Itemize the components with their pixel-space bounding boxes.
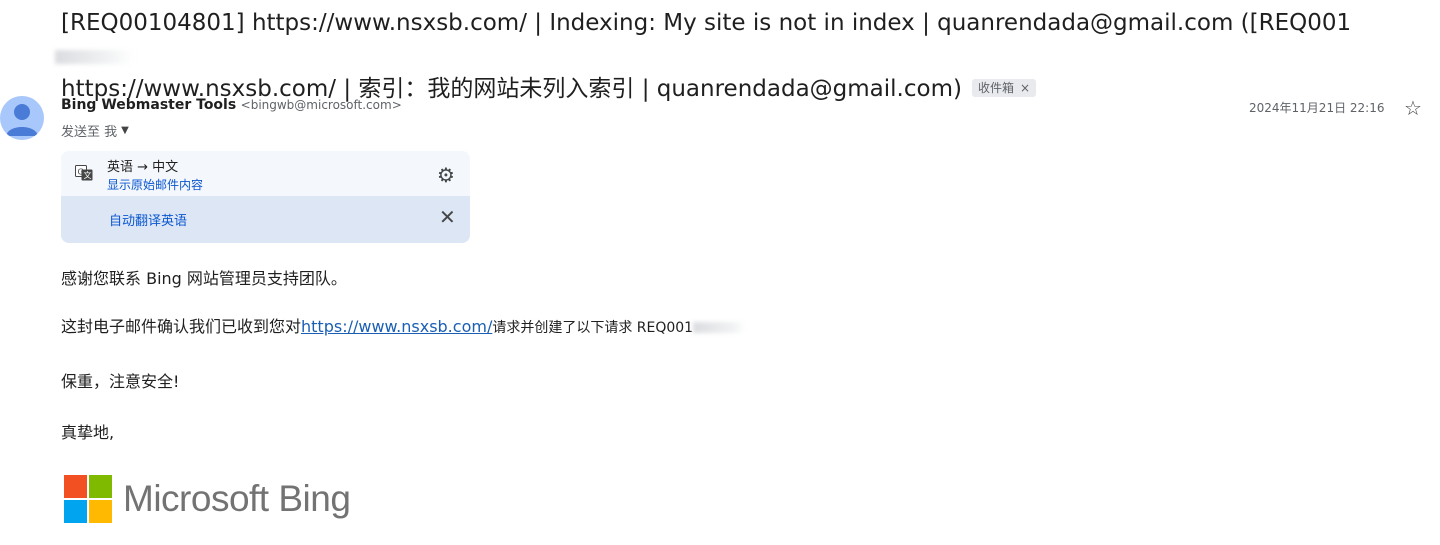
star-icon[interactable]: ☆ [1404, 96, 1422, 120]
auto-translate-link[interactable]: 自动翻译英语 [109, 210, 187, 229]
show-original-link[interactable]: 显示原始邮件内容 [107, 176, 203, 193]
body-paragraph-1: 感谢您联系 Bing 网站管理员支持团队。 [61, 269, 347, 288]
subject-line-1: [REQ00104801] https://www.nsxsb.com/ | I… [55, 7, 1401, 73]
recipient-line[interactable]: 发送至 我 ▼ [61, 121, 129, 140]
body-paragraph-2: 这封电子邮件确认我们已收到您对https://www.nsxsb.com/请求并… [61, 313, 746, 337]
email-subject: [REQ00104801] https://www.nsxsb.com/ | I… [55, 7, 1401, 106]
remove-label-icon[interactable]: × [1020, 79, 1030, 97]
translation-language: 英语 → 中文 [107, 160, 179, 175]
close-icon[interactable]: ✕ [439, 205, 456, 229]
avatar-icon[interactable] [0, 96, 44, 140]
auto-translate-row: 自动翻译英语 ✕ [61, 196, 470, 243]
sender-line: Bing Webmaster Tools <bingwb@microsoft.c… [61, 97, 402, 113]
logo-square-red [64, 475, 87, 498]
recipient-text: 发送至 我 [61, 125, 118, 140]
microsoft-logo-icon [64, 475, 112, 523]
inbox-label-text: 收件箱 [977, 81, 1014, 95]
redacted-text [55, 49, 133, 64]
chevron-down-icon[interactable]: ▼ [121, 125, 129, 136]
translation-panel: G 文 英语 → 中文 显示原始邮件内容 ⚙ 自动翻译英语 ✕ [61, 151, 470, 243]
body-p2-suffix: 请求并创建了以下请求 REQ001 [492, 320, 694, 336]
subject-text-1: [REQ00104801] https://www.nsxsb.com/ | I… [61, 10, 1352, 36]
sender-name[interactable]: Bing Webmaster Tools [61, 97, 236, 113]
settings-icon[interactable]: ⚙ [437, 163, 455, 187]
sender-email: <bingwb@microsoft.com> [240, 98, 402, 112]
microsoft-bing-logo: Microsoft Bing [64, 475, 351, 523]
logo-text: Microsoft Bing [123, 478, 351, 519]
inbox-label-chip[interactable]: 收件箱 × [971, 79, 1037, 97]
logo-square-yellow [89, 500, 112, 523]
body-p2-prefix: 这封电子邮件确认我们已收到您对 [61, 317, 302, 336]
site-link[interactable]: https://www.nsxsb.com/ [301, 317, 492, 336]
svg-text:文: 文 [84, 170, 92, 180]
redacted-text [693, 322, 746, 333]
logo-square-blue [64, 500, 87, 523]
logo-square-green [89, 475, 112, 498]
translation-info-row: G 文 英语 → 中文 显示原始邮件内容 ⚙ [61, 151, 470, 196]
translate-icon: G 文 [75, 165, 93, 181]
body-paragraph-3: 保重，注意安全! [61, 372, 180, 391]
email-date: 2024年11月21日 22:16 [1249, 101, 1385, 115]
body-paragraph-4: 真挚地, [61, 423, 115, 442]
